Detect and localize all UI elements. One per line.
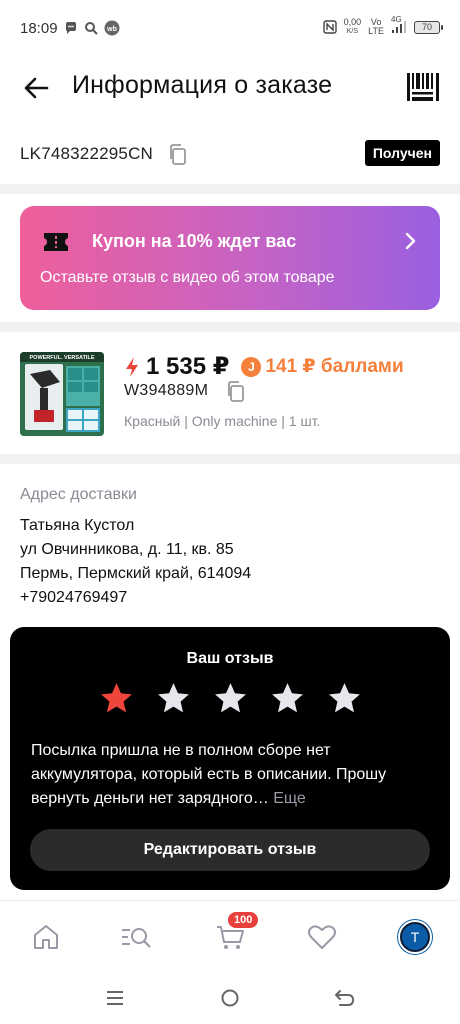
address-city: Пермь, Пермский край, 614094 bbox=[20, 565, 252, 582]
points-coin-icon: J bbox=[241, 356, 262, 377]
copy-sku-button[interactable] bbox=[225, 381, 247, 403]
delivery-address: Адрес доставки Татьяна Кустол ул Овчинни… bbox=[0, 466, 460, 626]
menu-icon bbox=[107, 991, 123, 1005]
barcode-icon bbox=[407, 73, 439, 101]
copy-icon bbox=[228, 381, 244, 402]
battery-icon: 70 bbox=[414, 20, 443, 34]
lightning-icon bbox=[126, 356, 138, 377]
network-type: 4G bbox=[391, 15, 402, 24]
show-more-link[interactable]: Еще bbox=[273, 790, 306, 807]
barcode-button[interactable] bbox=[406, 70, 440, 104]
nav-catalog[interactable] bbox=[120, 921, 152, 953]
product-price: 1 535 ₽ bbox=[146, 353, 230, 380]
back-arrow-icon bbox=[335, 990, 354, 1006]
bottom-navigation: 100 Т bbox=[0, 900, 460, 974]
order-id: LK748322295CN bbox=[20, 144, 154, 163]
volte-indicator: Vo LTE bbox=[368, 18, 384, 36]
coupon-title: Купон на 10% ждет вас bbox=[92, 231, 297, 251]
nav-favorites[interactable] bbox=[306, 921, 338, 953]
catalog-search-icon bbox=[122, 928, 151, 948]
product-variant: Красный | Only machine | 1 шт. bbox=[124, 413, 321, 429]
edit-review-button[interactable]: Редактировать отзыв bbox=[30, 829, 430, 871]
nfc-icon bbox=[322, 20, 337, 34]
status-bar: 18:09 wb 0,00 K/S Vo LTE 4G 70 bbox=[0, 0, 460, 58]
coupon-subtitle: Оставьте отзыв с видео об этом товаре bbox=[40, 269, 335, 286]
review-card: Ваш отзыв Посылка пришла не в полном сбо… bbox=[10, 627, 450, 890]
system-navigation-bar bbox=[0, 974, 460, 1024]
nav-profile[interactable]: Т bbox=[399, 921, 431, 953]
heart-icon bbox=[308, 925, 336, 949]
chat-bubble-icon bbox=[64, 21, 78, 35]
avatar: Т bbox=[400, 922, 430, 952]
status-time: 18:09 bbox=[20, 20, 58, 37]
cart-count-badge: 100 bbox=[228, 912, 259, 928]
recent-apps-button[interactable] bbox=[103, 986, 127, 1010]
section-divider bbox=[0, 322, 460, 332]
network-speed: 0,00 K/S bbox=[344, 18, 362, 36]
review-body: Посылка пришла не в полном сборе нет акк… bbox=[31, 742, 387, 807]
star-icon[interactable] bbox=[326, 680, 363, 717]
star-icon[interactable] bbox=[98, 680, 135, 717]
arrow-left-icon bbox=[24, 77, 49, 99]
star-rating[interactable] bbox=[98, 680, 363, 717]
back-button[interactable] bbox=[20, 72, 52, 104]
copy-icon bbox=[170, 144, 186, 165]
order-id-row: LK748322295CN Получен bbox=[0, 130, 460, 180]
order-status-badge: Получен bbox=[364, 140, 440, 166]
star-icon[interactable] bbox=[155, 680, 192, 717]
address-label: Адрес доставки bbox=[20, 486, 137, 503]
notification-icons: wb bbox=[64, 20, 120, 36]
review-text: Посылка пришла не в полном сборе нет акк… bbox=[31, 739, 431, 811]
search-icon bbox=[84, 21, 98, 35]
home-system-button[interactable] bbox=[218, 986, 242, 1010]
product-sku: W394889M bbox=[124, 382, 209, 399]
points-amount: 141 ₽ баллами bbox=[265, 356, 404, 377]
ticket-icon bbox=[44, 233, 68, 251]
section-divider bbox=[0, 184, 460, 194]
section-divider bbox=[0, 454, 460, 464]
app-header: Информация о заказе bbox=[0, 58, 460, 118]
signal-icon: 4G bbox=[391, 15, 407, 34]
svg-text:wb: wb bbox=[106, 26, 117, 33]
copy-order-id-button[interactable] bbox=[167, 144, 189, 166]
address-street: ул Овчинникова, д. 11, кв. 85 bbox=[20, 541, 234, 558]
page-title: Информация о заказе bbox=[72, 71, 333, 99]
circle-icon bbox=[221, 989, 239, 1007]
chevron-right-icon bbox=[405, 232, 416, 250]
wb-app-icon: wb bbox=[104, 20, 120, 36]
home-icon bbox=[34, 925, 58, 949]
price-row: 1 535 ₽ J 141 ₽ баллами bbox=[124, 352, 404, 381]
product-image[interactable]: POWERFUL. VERSATILE bbox=[20, 352, 104, 436]
nav-home[interactable] bbox=[30, 921, 62, 953]
recipient-name: Татьяна Кустол bbox=[20, 517, 135, 534]
network-speed-value: 0,00 bbox=[343, 17, 362, 27]
coupon-banner[interactable]: Купон на 10% ждет вас Оставьте отзыв с в… bbox=[20, 206, 440, 310]
network-speed-unit: K/S bbox=[346, 28, 359, 35]
review-title: Ваш отзыв bbox=[186, 650, 274, 667]
volte-bottom: LTE bbox=[368, 26, 384, 36]
star-icon[interactable] bbox=[269, 680, 306, 717]
battery-level: 70 bbox=[421, 22, 432, 32]
product-card[interactable]: POWERFUL. VERSATILE 1 535 ₽ J 141 ₽ балл… bbox=[0, 332, 460, 454]
nav-cart[interactable]: 100 bbox=[214, 912, 259, 953]
star-icon[interactable] bbox=[212, 680, 249, 717]
recipient-phone: +79024769497 bbox=[20, 589, 128, 606]
system-status-icons: 0,00 K/S Vo LTE 4G 70 bbox=[322, 15, 443, 36]
points-reward: J 141 ₽ баллами bbox=[241, 355, 404, 378]
back-system-button[interactable] bbox=[333, 986, 357, 1010]
product-image-caption: POWERFUL. VERSATILE bbox=[30, 355, 95, 361]
